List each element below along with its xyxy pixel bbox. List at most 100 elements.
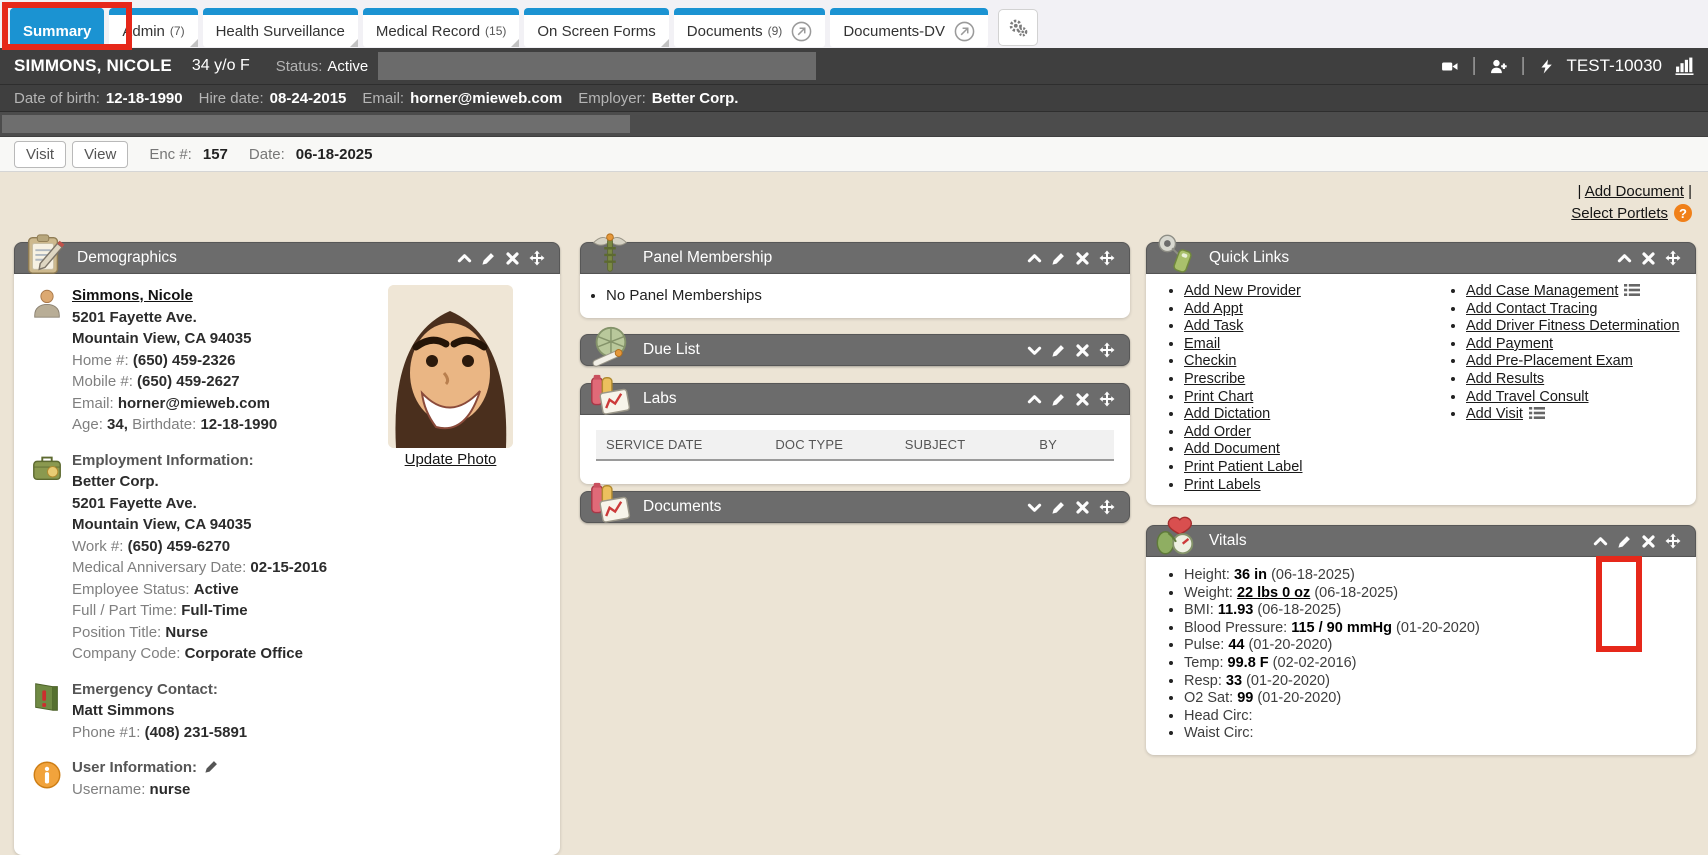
- quick-link[interactable]: Add New Provider: [1184, 283, 1301, 299]
- tab-settings-button[interactable]: [998, 9, 1038, 46]
- close-icon[interactable]: [1641, 251, 1656, 266]
- quick-link[interactable]: Checkin: [1184, 353, 1236, 369]
- field-label: Date of birth:: [14, 90, 100, 107]
- help-icon[interactable]: ?: [1674, 204, 1692, 222]
- quick-link[interactable]: Add Appt: [1184, 301, 1243, 317]
- field-value: Corporate Office: [185, 645, 303, 662]
- add-person-icon[interactable]: [1490, 58, 1508, 75]
- collapse-icon[interactable]: [1027, 251, 1042, 266]
- edit-icon[interactable]: [1051, 343, 1066, 358]
- field-value: (650) 459-2627: [137, 373, 240, 390]
- quick-link[interactable]: Add Case Management: [1466, 283, 1618, 299]
- tab-health-surveillance[interactable]: Health Surveillance: [203, 8, 358, 47]
- move-icon[interactable]: [1099, 250, 1115, 266]
- labs-table-header: SERVICE DATE DOC TYPE SUBJECT BY: [596, 430, 1114, 461]
- quick-link[interactable]: Add Dictation: [1184, 406, 1270, 422]
- quick-link[interactable]: Add Travel Consult: [1466, 389, 1589, 405]
- quick-link[interactable]: Email: [1184, 336, 1220, 352]
- quick-link[interactable]: Add Task: [1184, 318, 1243, 334]
- quick-link[interactable]: Print Patient Label: [1184, 459, 1303, 475]
- collapse-icon[interactable]: [1617, 251, 1632, 266]
- tab-summary[interactable]: Summary: [10, 8, 104, 47]
- caduceus-icon: [587, 231, 633, 277]
- field-value: 12-18-1990: [106, 90, 183, 107]
- enc-number-label: Enc #:: [149, 146, 192, 163]
- quick-link[interactable]: Add Driver Fitness Determination: [1466, 318, 1680, 334]
- empty-message: No Panel Memberships: [606, 286, 1130, 306]
- view-button[interactable]: View: [72, 141, 128, 168]
- move-icon[interactable]: [1099, 342, 1115, 358]
- quick-link[interactable]: Print Labels: [1184, 477, 1261, 493]
- quick-link[interactable]: Add Document: [1184, 441, 1280, 457]
- field-label: Email:: [362, 90, 404, 107]
- edit-icon[interactable]: [481, 251, 496, 266]
- edit-icon[interactable]: [1617, 534, 1632, 549]
- bar-chart-icon[interactable]: [1675, 57, 1694, 75]
- select-portlets-link[interactable]: Select Portlets: [1571, 205, 1668, 222]
- edit-icon[interactable]: [1051, 392, 1066, 407]
- scrollbar-thumb[interactable]: [2, 115, 630, 133]
- quick-link[interactable]: Add Order: [1184, 424, 1251, 440]
- quick-link[interactable]: Prescribe: [1184, 371, 1245, 387]
- collapse-icon[interactable]: [1593, 534, 1608, 549]
- close-icon[interactable]: [1075, 392, 1090, 407]
- quick-link[interactable]: Add Visit: [1466, 406, 1523, 422]
- visit-button[interactable]: Visit: [14, 141, 66, 168]
- tab-documents-dv[interactable]: Documents-DV: [830, 8, 988, 47]
- edit-icon[interactable]: [1051, 500, 1066, 515]
- popout-arrow-icon[interactable]: [791, 21, 812, 42]
- edit-icon[interactable]: [204, 759, 219, 774]
- quick-link[interactable]: Add Payment: [1466, 336, 1553, 352]
- quick-link[interactable]: Add Results: [1466, 371, 1544, 387]
- lightning-icon[interactable]: [1539, 58, 1554, 75]
- tab-admin[interactable]: Admin(7): [109, 8, 197, 47]
- tab-count: (7): [170, 24, 185, 38]
- weight-link[interactable]: 22 lbs 0 oz: [1237, 585, 1310, 601]
- close-icon[interactable]: [1641, 534, 1656, 549]
- move-icon[interactable]: [529, 250, 545, 266]
- move-icon[interactable]: [1099, 391, 1115, 407]
- field-label: Medical Anniversary Date:: [72, 559, 246, 576]
- address-line: 5201 Fayette Ave.: [72, 493, 546, 515]
- move-icon[interactable]: [1099, 499, 1115, 515]
- collapse-icon[interactable]: [1027, 392, 1042, 407]
- update-photo-link[interactable]: Update Photo: [405, 451, 497, 468]
- expand-icon[interactable]: [1027, 500, 1042, 515]
- field-value: horner@mieweb.com: [118, 395, 270, 412]
- quick-links-icon: [1153, 231, 1199, 277]
- close-icon[interactable]: [1075, 343, 1090, 358]
- quick-link[interactable]: Add Pre-Placement Exam: [1466, 353, 1633, 369]
- popout-arrow-icon[interactable]: [954, 21, 975, 42]
- close-icon[interactable]: [1075, 251, 1090, 266]
- add-document-link[interactable]: Add Document: [1585, 183, 1684, 200]
- list-icon[interactable]: [1624, 283, 1640, 297]
- portlet-title: Demographics: [77, 249, 177, 267]
- vital-row: Blood Pressure: 115 / 90 mmHg (01-20-202…: [1184, 620, 1696, 638]
- vital-row: Waist Circ:: [1184, 725, 1696, 743]
- field-label: Username:: [72, 781, 145, 798]
- portlet-title: Due List: [643, 341, 700, 359]
- field-label: Age:: [72, 416, 103, 433]
- field-value: Active: [194, 581, 239, 598]
- emergency-contact-name: Matt Simmons: [72, 700, 546, 722]
- list-icon[interactable]: [1529, 406, 1545, 420]
- field-label: Full / Part Time:: [72, 602, 177, 619]
- expand-icon[interactable]: [1027, 343, 1042, 358]
- collapse-icon[interactable]: [457, 251, 472, 266]
- patient-name-link[interactable]: Simmons, Nicole: [72, 287, 193, 304]
- edit-icon[interactable]: [1051, 251, 1066, 266]
- quick-link[interactable]: Add Contact Tracing: [1466, 301, 1597, 317]
- tab-documents[interactable]: Documents(9): [674, 8, 826, 47]
- move-icon[interactable]: [1665, 533, 1681, 549]
- close-icon[interactable]: [1075, 500, 1090, 515]
- tab-on-screen-forms[interactable]: On Screen Forms: [524, 8, 668, 47]
- close-icon[interactable]: [505, 251, 520, 266]
- portlet-body-demographics: Simmons, Nicole 5201 Fayette Ave. Mounta…: [14, 274, 560, 855]
- move-icon[interactable]: [1665, 250, 1681, 266]
- portlet-title: Vitals: [1209, 532, 1247, 550]
- tab-medical-record[interactable]: Medical Record(15): [363, 8, 520, 47]
- video-camera-icon[interactable]: [1440, 58, 1459, 75]
- patient-banner: SIMMONS, NICOLE 34 y/o F Status: Active …: [0, 48, 1708, 137]
- due-list-icon: [587, 323, 633, 369]
- quick-link[interactable]: Print Chart: [1184, 389, 1253, 405]
